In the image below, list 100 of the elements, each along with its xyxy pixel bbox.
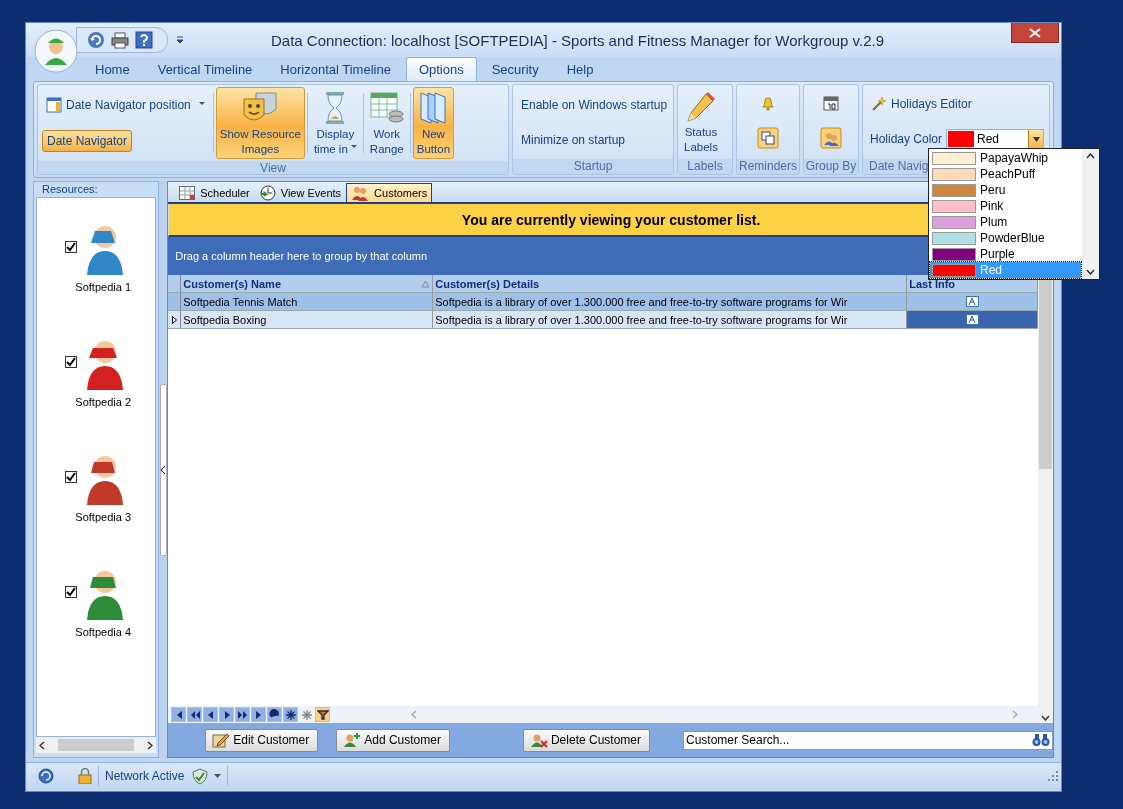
customize-caret-icon[interactable] — [176, 36, 184, 44]
print-icon[interactable] — [111, 31, 129, 49]
asterisk-icon — [284, 708, 297, 721]
asterisk-icon — [300, 708, 313, 721]
edit-icon — [212, 732, 231, 748]
ribbon-tab[interactable]: Horizontal Timeline — [267, 57, 404, 81]
ribbon-tab[interactable]: Home — [82, 57, 143, 81]
magic-wand-icon — [871, 96, 887, 112]
checkbox[interactable] — [65, 355, 78, 368]
color-option[interactable]: Peru — [930, 182, 1081, 198]
globe-icon — [38, 768, 54, 784]
ribbon-button[interactable] — [821, 93, 841, 113]
table-cell: Softpedia is a library of over 1.300.000 free and free-to-try software programs for Wir — [433, 293, 908, 310]
scroll-left-icon — [411, 710, 418, 719]
ribbon-tab[interactable]: Options — [405, 57, 477, 81]
scroll-down-icon[interactable] — [1086, 269, 1095, 275]
note-icon — [965, 314, 979, 325]
window-title: Data Connection: localhost [SOFTPEDIA] - Sports and Fitness Manager for Workgroup v.2.9 — [269, 31, 886, 49]
ribbon-button[interactable] — [755, 125, 781, 151]
checkbox[interactable] — [65, 470, 78, 483]
resize-grip-icon — [1047, 770, 1059, 782]
ribbon-button[interactable] — [818, 125, 844, 151]
status-text: Network Active — [105, 769, 185, 783]
next-page-button[interactable] — [235, 707, 251, 722]
hourglass-icon — [324, 91, 347, 125]
ribbon-tab[interactable]: Help — [553, 57, 607, 81]
next-record-button[interactable] — [219, 707, 235, 722]
ribbon-button[interactable]: Holidays Editor — [867, 93, 976, 115]
check-icon — [66, 586, 77, 597]
add-user-icon — [343, 732, 362, 748]
check-icon — [66, 471, 77, 482]
document-tab[interactable]: Customers — [346, 183, 433, 202]
row-pointer-icon — [171, 315, 177, 324]
help-icon[interactable] — [135, 31, 153, 49]
dropdown-button[interactable]: Date Navigator position — [42, 94, 209, 116]
toggle-button[interactable]: Date Navigator — [42, 130, 133, 152]
last-record-button[interactable] — [251, 707, 267, 722]
resource-name: Softpedia 1 — [75, 280, 131, 293]
grid-icon — [179, 186, 196, 200]
ribbon-tab[interactable]: Vertical Timeline — [144, 57, 266, 81]
table-row[interactable]: Softpedia Tennis Match Softpedia is a library of over 1.300.000 free and free-to-try software programs for Wir — [168, 293, 1038, 311]
window-icon — [46, 97, 62, 113]
people-icon — [820, 127, 842, 149]
horizontal-scrollbar[interactable] — [36, 737, 157, 753]
scroll-down-icon — [1041, 715, 1050, 721]
checkbox[interactable] — [65, 585, 78, 598]
group-label: Labels — [678, 159, 732, 174]
action-button[interactable]: Edit Customer — [205, 728, 319, 752]
scroll-right-icon — [147, 740, 154, 750]
close-icon — [1029, 27, 1041, 38]
ribbon-button[interactable]: Show Resource Images — [215, 87, 305, 159]
first-record-button[interactable] — [171, 707, 187, 722]
ribbon-tab[interactable]: Security — [478, 57, 552, 81]
ribbon-button[interactable]: Enable on Windows startup — [517, 94, 672, 115]
document-tab[interactable]: Scheduler — [174, 183, 255, 202]
resource-name: Softpedia 3 — [75, 510, 131, 523]
table-cell: Softpedia Tennis Match — [181, 293, 434, 310]
calendar-icon — [823, 95, 839, 111]
search-field[interactable]: Customer Search... — [683, 730, 1053, 750]
column-header[interactable]: Customer(s) Details — [433, 275, 908, 292]
group-label: View — [38, 161, 508, 174]
action-button[interactable]: Add Customer — [336, 728, 450, 752]
ribbon-button[interactable]: Minimize on startup — [517, 129, 672, 150]
color-combo-box[interactable]: Red — [946, 129, 1045, 149]
filter-icon — [316, 708, 329, 721]
check-icon — [66, 356, 77, 367]
shield-dropdown[interactable] — [192, 767, 222, 785]
caret-icon — [214, 774, 222, 778]
ribbon-button[interactable]: Display time in — [309, 87, 361, 159]
table-cell: Softpedia Boxing — [181, 311, 434, 328]
close-button[interactable] — [1011, 23, 1059, 43]
new-record-button[interactable] — [283, 707, 299, 722]
field-label: Holiday Color — [870, 132, 943, 146]
caret-icon — [1032, 136, 1040, 142]
double-right-icon — [236, 708, 249, 721]
group-label: Reminders — [737, 159, 799, 174]
color-option[interactable]: Purple — [930, 246, 1081, 262]
ribbon-button[interactable]: Status Labels — [680, 87, 722, 157]
check-icon — [66, 241, 77, 252]
panels-icon — [418, 91, 449, 125]
resource-name: Softpedia 4 — [75, 625, 131, 638]
previous-page-button[interactable] — [187, 707, 203, 722]
document-tab[interactable]: View Events — [254, 183, 347, 202]
checkbox[interactable] — [65, 240, 78, 253]
ribbon-button[interactable]: New Button — [412, 87, 455, 159]
lock-icon — [78, 768, 92, 784]
column-header[interactable]: Customer(s) Name — [181, 275, 434, 292]
action-button[interactable]: Delete Customer — [522, 728, 650, 752]
delete-user-icon — [529, 732, 548, 748]
group-label: Group By — [804, 159, 858, 174]
table-row[interactable]: Softpedia Boxing Softpedia is a library of over 1.300.000 free and free-to-try software programs for Wir — [168, 311, 1038, 329]
sort-arrow-icon — [421, 279, 431, 288]
undo-icon[interactable] — [87, 31, 105, 49]
scrollbar-thumb[interactable] — [159, 384, 167, 556]
previous-record-button[interactable] — [203, 707, 219, 722]
scroll-up-icon[interactable] — [1086, 153, 1095, 159]
filter-button[interactable] — [315, 707, 331, 722]
ribbon-button[interactable]: Work Range — [365, 87, 408, 159]
binoculars-icon[interactable] — [1032, 732, 1050, 747]
group-by-hint: Drag a column header here to group by that column — [175, 250, 428, 262]
